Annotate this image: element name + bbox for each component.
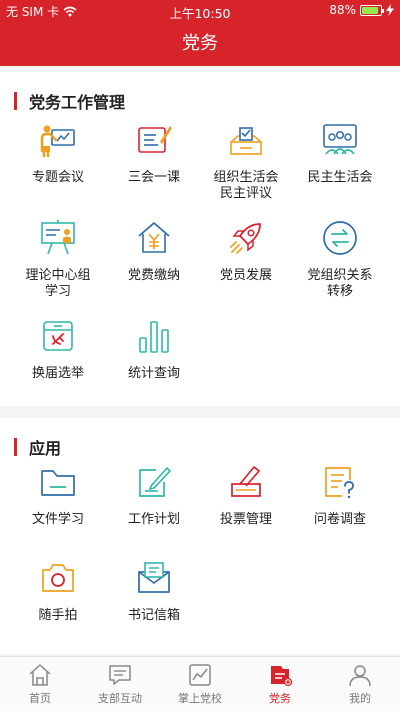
grid-item-snapshot[interactable]: 随手拍 bbox=[8, 558, 108, 624]
grid-item-label: 工作计划 bbox=[127, 512, 180, 527]
section-party-work: 党务工作管理 专题会议 三会一课 组织生活会 民主评议 民主生活会 理论中心组 … bbox=[0, 72, 400, 406]
status-bar: 无 SIM 卡 上午10:50 88% bbox=[0, 0, 400, 22]
tab-label: 支部互动 bbox=[98, 692, 142, 705]
main-content: 党务工作管理 专题会议 三会一课 组织生活会 民主评议 民主生活会 理论中心组 … bbox=[0, 66, 400, 656]
folder-icon bbox=[41, 470, 75, 496]
section-title: 应用 bbox=[29, 439, 62, 458]
tab-label: 我的 bbox=[349, 692, 371, 705]
section-accent-bar bbox=[14, 92, 17, 110]
edit-note-icon bbox=[139, 466, 172, 497]
grid-item-label: 理论中心组 学习 bbox=[25, 268, 91, 299]
grid-item-label: 专题会议 bbox=[31, 170, 84, 185]
school-chart-icon bbox=[189, 664, 211, 686]
tab-label: 首页 bbox=[29, 692, 51, 705]
tab-profile[interactable]: 我的 bbox=[320, 657, 400, 711]
house-yuan-icon bbox=[138, 222, 170, 253]
home-icon bbox=[29, 664, 51, 686]
tab-party-affairs[interactable]: 党务 bbox=[240, 657, 320, 711]
notebook-pen-icon bbox=[138, 126, 172, 153]
grid-item-election[interactable]: 换届选举 bbox=[8, 316, 108, 382]
grid-item-label: 党组织关系 转移 bbox=[307, 268, 373, 299]
grid-item-statistics[interactable]: 统计查询 bbox=[104, 316, 204, 382]
grid-item-label: 三会一课 bbox=[127, 170, 180, 185]
grid-item-file-study[interactable]: 文件学习 bbox=[8, 462, 108, 528]
section-apps: 应用 文件学习 工作计划 投票管理 问卷调查 随手拍 书记信箱 bbox=[0, 418, 400, 654]
section-title: 党务工作管理 bbox=[29, 93, 126, 112]
grid-item-topic-meeting[interactable]: 专题会议 bbox=[8, 120, 108, 186]
page-title: 党务 bbox=[182, 33, 218, 54]
grid-item-democratic-life[interactable]: 民主生活会 bbox=[290, 120, 390, 186]
grid-item-org-life-review[interactable]: 组织生活会 民主评议 bbox=[196, 120, 296, 202]
section-header: 应用 bbox=[14, 438, 62, 458]
election-box-icon bbox=[43, 321, 73, 351]
teaching-board-icon bbox=[41, 220, 75, 255]
tab-label: 党务 bbox=[269, 692, 291, 705]
camera-icon bbox=[42, 564, 74, 592]
grid-item-label: 投票管理 bbox=[219, 512, 272, 527]
rocket-icon bbox=[230, 223, 261, 254]
ballot-box-icon bbox=[230, 127, 262, 155]
battery-icon bbox=[360, 4, 384, 16]
grid-item-work-plan[interactable]: 工作计划 bbox=[104, 462, 204, 528]
nav-bar: 党务 bbox=[0, 22, 400, 66]
battery-percent: 88% bbox=[329, 3, 356, 17]
chat-icon bbox=[109, 665, 131, 685]
grid-item-secretary-mailbox[interactable]: 书记信箱 bbox=[104, 558, 204, 624]
presentation-icon bbox=[40, 125, 75, 157]
profile-icon bbox=[349, 665, 371, 687]
vote-pen-icon bbox=[231, 465, 261, 497]
grid-item-label: 党费缴纳 bbox=[127, 268, 180, 283]
charging-icon bbox=[386, 4, 394, 16]
tab-label: 掌上党校 bbox=[178, 692, 222, 705]
questionnaire-icon bbox=[325, 467, 354, 499]
grid-item-label: 组织生活会 民主评议 bbox=[213, 170, 279, 201]
grid-item-questionnaire[interactable]: 问卷调查 bbox=[290, 462, 390, 528]
bottom-tab-bar: 首页 支部互动 掌上党校 党务 我的 bbox=[0, 656, 400, 711]
mailbox-icon bbox=[138, 562, 170, 593]
grid-item-label: 民主生活会 bbox=[307, 170, 373, 185]
bar-chart-icon bbox=[139, 321, 169, 353]
section-header: 党务工作管理 bbox=[14, 92, 126, 112]
grid-item-label: 随手拍 bbox=[38, 608, 78, 623]
tab-online-school[interactable]: 掌上党校 bbox=[160, 657, 240, 711]
tab-branch-interaction[interactable]: 支部互动 bbox=[80, 657, 160, 711]
grid-item-label: 统计查询 bbox=[127, 366, 180, 381]
tab-home[interactable]: 首页 bbox=[0, 657, 80, 711]
grid-item-party-dues[interactable]: 党费缴纳 bbox=[104, 218, 204, 284]
grid-item-relation-transfer[interactable]: 党组织关系 转移 bbox=[290, 218, 390, 300]
grid-item-label: 换届选举 bbox=[31, 366, 84, 381]
group-meeting-icon bbox=[323, 124, 357, 155]
transfer-arrows-icon bbox=[323, 221, 357, 255]
grid-item-label: 文件学习 bbox=[31, 512, 84, 527]
party-affairs-icon bbox=[271, 666, 293, 687]
grid-item-label: 书记信箱 bbox=[127, 608, 180, 623]
section-accent-bar bbox=[14, 438, 17, 456]
grid-item-member-development[interactable]: 党员发展 bbox=[196, 218, 296, 284]
grid-item-vote-management[interactable]: 投票管理 bbox=[196, 462, 296, 528]
grid-item-label: 问卷调查 bbox=[313, 512, 366, 527]
grid-item-three-meetings[interactable]: 三会一课 bbox=[104, 120, 204, 186]
grid-item-theory-study[interactable]: 理论中心组 学习 bbox=[8, 218, 108, 300]
grid-item-label: 党员发展 bbox=[219, 268, 272, 283]
